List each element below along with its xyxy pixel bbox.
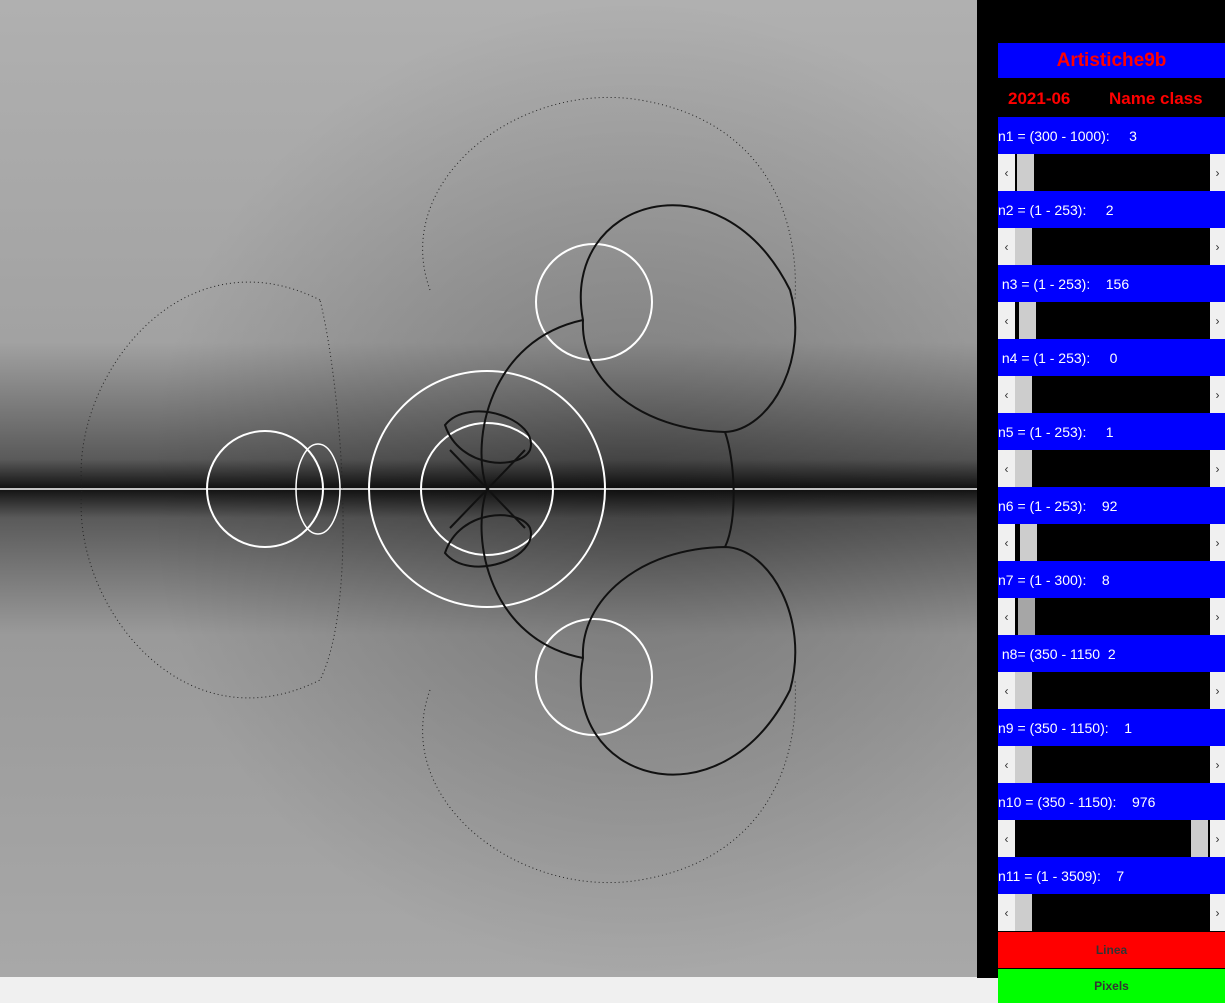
param-label-n10: n10 = (350 - 1150): 976 [998,783,1225,820]
date-label: 2021-06 [1008,89,1071,108]
param-slider-n4[interactable]: ‹ › [998,376,1225,413]
slider-thumb[interactable] [1015,228,1032,265]
fractal-canvas[interactable] [0,0,977,977]
param-label-n2: n2 = (1 - 253): 2 [998,191,1225,228]
chevron-right-icon[interactable]: › [1210,820,1225,857]
linea-button[interactable]: Linea [998,932,1225,968]
slider-thumb[interactable] [1015,450,1032,487]
param-label-n4: n4 = (1 - 253): 0 [998,339,1225,376]
slider-thumb[interactable] [1020,524,1038,561]
param-label-n9: n9 = (350 - 1150): 1 [998,709,1225,746]
chevron-right-icon[interactable]: › [1210,746,1225,783]
param-slider-n7[interactable]: ‹ › [998,598,1225,635]
slider-thumb[interactable] [1015,894,1032,931]
chevron-left-icon[interactable]: ‹ [998,302,1015,339]
chevron-left-icon[interactable]: ‹ [998,672,1015,709]
status-strip [0,979,977,1003]
param-label-n7: n7 = (1 - 300): 8 [998,561,1225,598]
chevron-left-icon[interactable]: ‹ [998,376,1015,413]
chevron-left-icon[interactable]: ‹ [998,450,1015,487]
chevron-right-icon[interactable]: › [1210,672,1225,709]
chevron-right-icon[interactable]: › [1210,376,1225,413]
chevron-left-icon[interactable]: ‹ [998,228,1015,265]
subtitle-row: 2021-06 Name class [998,80,1225,116]
param-slider-n6[interactable]: ‹ › [998,524,1225,561]
param-slider-n9[interactable]: ‹ › [998,746,1225,783]
param-label-n5: n5 = (1 - 253): 1 [998,413,1225,450]
chevron-left-icon[interactable]: ‹ [998,746,1015,783]
chevron-left-icon[interactable]: ‹ [998,154,1015,191]
slider-thumb[interactable] [1017,598,1035,635]
slider-thumb[interactable] [1015,672,1032,709]
param-slider-n1[interactable]: ‹ › [998,154,1225,191]
chevron-right-icon[interactable]: › [1210,524,1225,561]
chevron-right-icon[interactable]: › [1210,228,1225,265]
slider-thumb[interactable] [1015,746,1032,783]
chevron-right-icon[interactable]: › [1210,598,1225,635]
control-panel: Artistiche9b 2021-06 Name class n1 = (30… [977,0,1225,1003]
param-label-n3: n3 = (1 - 253): 156 [998,265,1225,302]
chevron-right-icon[interactable]: › [1210,302,1225,339]
param-slider-n2[interactable]: ‹ › [998,228,1225,265]
pixels-button[interactable]: Pixels [998,969,1225,1003]
param-label-n6: n6 = (1 - 253): 92 [998,487,1225,524]
chevron-right-icon[interactable]: › [1210,894,1225,931]
param-slider-n3[interactable]: ‹ › [998,302,1225,339]
chevron-left-icon[interactable]: ‹ [998,820,1015,857]
param-label-n8: n8= (350 - 1150 2 [998,635,1225,672]
param-label-n11: n11 = (1 - 3509): 7 [998,857,1225,894]
name-class-label: Name class [1109,89,1203,108]
slider-thumb[interactable] [1017,154,1035,191]
chevron-right-icon[interactable]: › [1210,154,1225,191]
app-title: Artistiche9b [998,43,1225,78]
param-slider-n5[interactable]: ‹ › [998,450,1225,487]
chevron-right-icon[interactable]: › [1210,450,1225,487]
slider-thumb[interactable] [1191,820,1209,857]
param-label-n1: n1 = (300 - 1000): 3 [998,117,1225,154]
param-slider-n11[interactable]: ‹ › [998,894,1225,931]
chevron-left-icon[interactable]: ‹ [998,894,1015,931]
param-slider-n10[interactable]: ‹ › [998,820,1225,857]
chevron-left-icon[interactable]: ‹ [998,524,1015,561]
chevron-left-icon[interactable]: ‹ [998,598,1015,635]
param-slider-n8[interactable]: ‹ › [998,672,1225,709]
fractal-image [0,0,977,977]
slider-thumb[interactable] [1015,376,1032,413]
slider-thumb[interactable] [1018,302,1036,339]
